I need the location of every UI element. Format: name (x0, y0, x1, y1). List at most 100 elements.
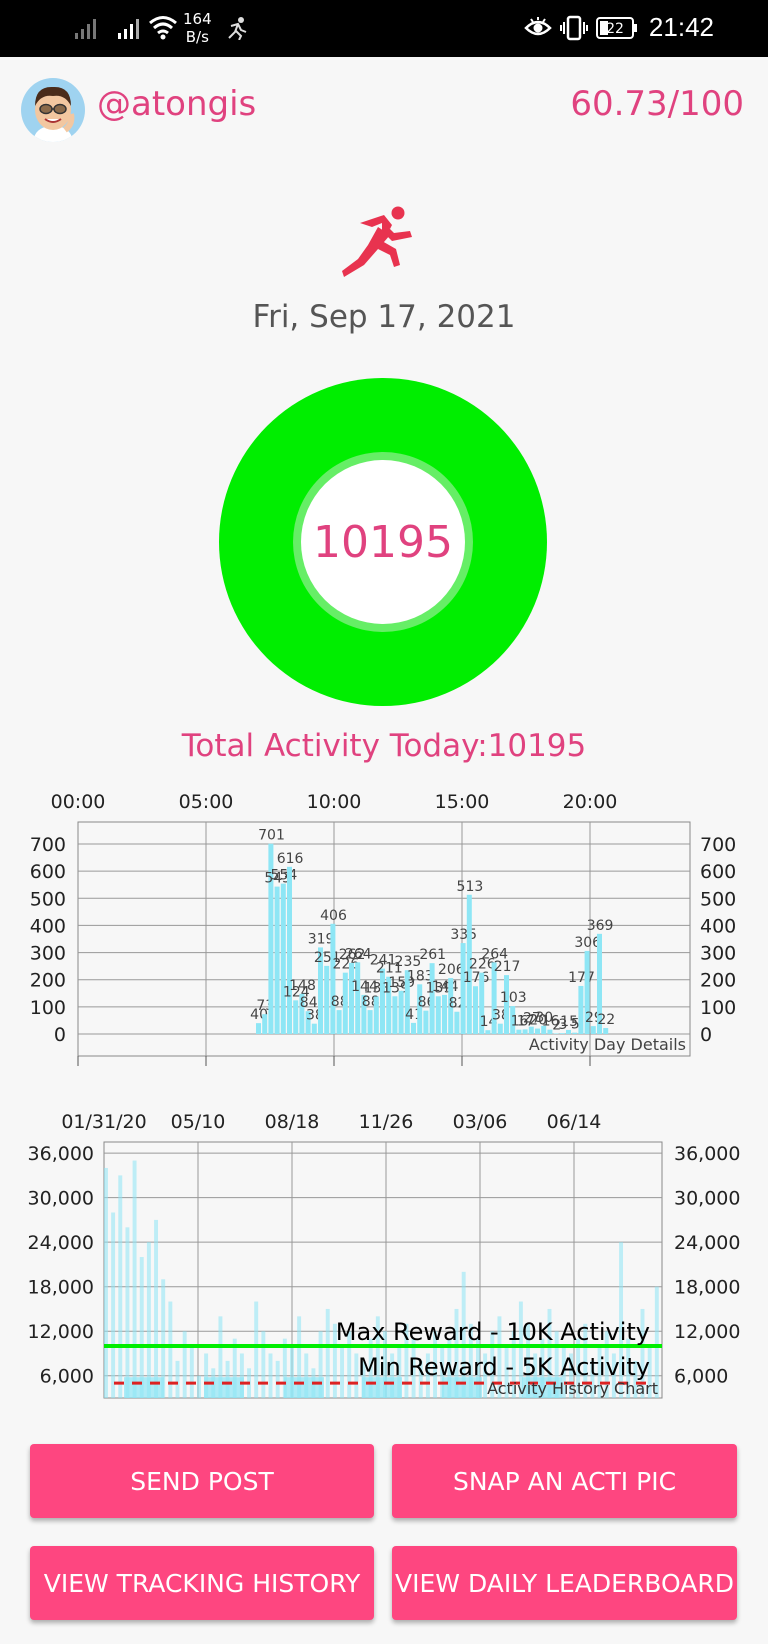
net-speed-value: 164 (183, 10, 212, 28)
history-bar (268, 1353, 273, 1398)
day-bar (262, 1014, 268, 1034)
history-y-tick-right: 24,000 (674, 1232, 740, 1254)
min-reward-label: Min Reward - 5K Activity (358, 1353, 650, 1381)
battery-icon: 22 (596, 17, 637, 39)
vibrate-icon (560, 15, 588, 41)
day-y-tick-right: 300 (700, 943, 736, 965)
cell-signal-1-icon (75, 19, 96, 39)
history-bar (118, 1175, 123, 1398)
day-bar (559, 1033, 565, 1034)
view-leaderboard-button[interactable]: VIEW DAILY LEADERBOARD (392, 1546, 737, 1620)
day-y-tick-left: 400 (30, 915, 66, 937)
snap-pic-button[interactable]: SNAP AN ACTI PIC (392, 1444, 737, 1518)
day-bar (411, 1022, 416, 1034)
history-x-tick: 05/10 (171, 1111, 226, 1133)
history-base-block (204, 1377, 244, 1398)
history-bar (154, 1219, 159, 1398)
history-bar (182, 1331, 187, 1398)
day-bar (454, 1011, 460, 1034)
day-y-tick-right: 500 (700, 888, 736, 910)
history-bar (275, 1360, 280, 1398)
day-bar (435, 996, 441, 1034)
day-bar (367, 1010, 373, 1034)
day-bar (280, 883, 286, 1034)
total-activity-label: Total Activity Today:10195 (181, 728, 587, 764)
day-bar (423, 1010, 429, 1034)
day-y-tick-right: 400 (700, 915, 736, 937)
day-y-tick-right: 700 (700, 834, 736, 856)
day-chart-label: Activity Day Details (529, 1035, 686, 1054)
day-bar (287, 866, 292, 1034)
day-bar (392, 996, 398, 1034)
history-y-tick-left: 12,000 (28, 1321, 94, 1343)
eye-comfort-icon (524, 17, 552, 36)
activity-day-chart[interactable]: 00:00 05:00 10:00 15:00 20:00 0 0 100 100 200 200 3… (0, 780, 768, 1080)
day-y-tick-left: 0 (54, 1024, 66, 1046)
day-bar (473, 986, 478, 1034)
net-speed: 164 B/s (183, 10, 212, 46)
day-y-tick-left: 200 (30, 970, 66, 992)
history-y-tick-right: 12,000 (674, 1321, 740, 1343)
day-bar-label: 406 (320, 908, 347, 924)
history-x-tick: 03/06 (453, 1111, 508, 1133)
day-y-tick-left: 100 (30, 997, 66, 1019)
history-bar (111, 1212, 116, 1398)
day-bar (497, 1023, 503, 1034)
avatar[interactable] (21, 78, 85, 142)
history-x-tick: 06/14 (547, 1111, 602, 1133)
day-bar (355, 962, 361, 1034)
date-label: Fri, Sep 17, 2021 (252, 299, 516, 335)
day-bar (590, 1026, 596, 1034)
history-y-tick-left: 6,000 (40, 1366, 94, 1388)
day-x-tick: 20:00 (563, 791, 618, 813)
day-bar-label: 217 (494, 959, 521, 975)
history-y-tick-right: 6,000 (674, 1366, 728, 1388)
day-bar-label: 616 (277, 851, 304, 867)
history-y-tick-left: 36,000 (28, 1143, 94, 1165)
username[interactable]: @atongis (97, 84, 256, 124)
history-y-tick-left: 24,000 (28, 1232, 94, 1254)
day-bar (349, 962, 354, 1034)
day-x-tick: 05:00 (179, 791, 234, 813)
day-y-tick-right: 100 (700, 997, 736, 1019)
day-bar-label: 177 (568, 970, 595, 986)
history-bar (325, 1308, 330, 1398)
history-x-tick: 01/31/20 (61, 1111, 146, 1133)
activity-history-chart[interactable]: 01/31/20 05/10 08/18 11/26 03/06 06/14 6,000 6,… (0, 1100, 768, 1400)
day-bar-label: 369 (587, 918, 614, 934)
day-y-tick-right: 600 (700, 861, 736, 883)
history-y-tick-left: 30,000 (28, 1188, 94, 1210)
history-bar (146, 1242, 151, 1398)
day-y-tick-right: 0 (700, 1024, 712, 1046)
day-x-tick: 00:00 (51, 791, 106, 813)
day-bar-label: 148 (289, 978, 316, 994)
runner-icon (342, 206, 412, 277)
day-bar (342, 972, 348, 1034)
view-tracking-history-button[interactable]: VIEW TRACKING HISTORY (30, 1546, 374, 1620)
day-y-tick-left: 300 (30, 943, 66, 965)
day-bar (373, 996, 379, 1034)
history-y-tick-right: 30,000 (674, 1188, 740, 1210)
battery-level: 22 (606, 21, 624, 37)
history-y-tick-right: 18,000 (674, 1277, 740, 1299)
day-bar-label: 701 (258, 828, 285, 844)
day-bar (324, 965, 330, 1034)
history-chart-label: Activity History Chart (487, 1379, 658, 1398)
history-x-tick: 11/26 (359, 1111, 414, 1133)
day-bar-label: 22 (597, 1012, 615, 1028)
clock: 21:42 (648, 12, 714, 42)
history-bar (125, 1227, 130, 1398)
avatar-image (21, 78, 85, 142)
day-bar (572, 1032, 578, 1034)
send-post-button[interactable]: SEND POST (30, 1444, 374, 1518)
day-bar (380, 968, 385, 1034)
day-bar-label: 144 (432, 979, 459, 995)
day-y-tick-left: 700 (30, 834, 66, 856)
day-x-tick: 10:00 (307, 791, 362, 813)
day-bar (274, 886, 280, 1034)
day-x-tick: 15:00 (435, 791, 490, 813)
history-bar (132, 1160, 137, 1398)
day-bar (256, 1023, 261, 1034)
history-bar (261, 1331, 266, 1398)
day-bar-label: 513 (457, 879, 484, 895)
